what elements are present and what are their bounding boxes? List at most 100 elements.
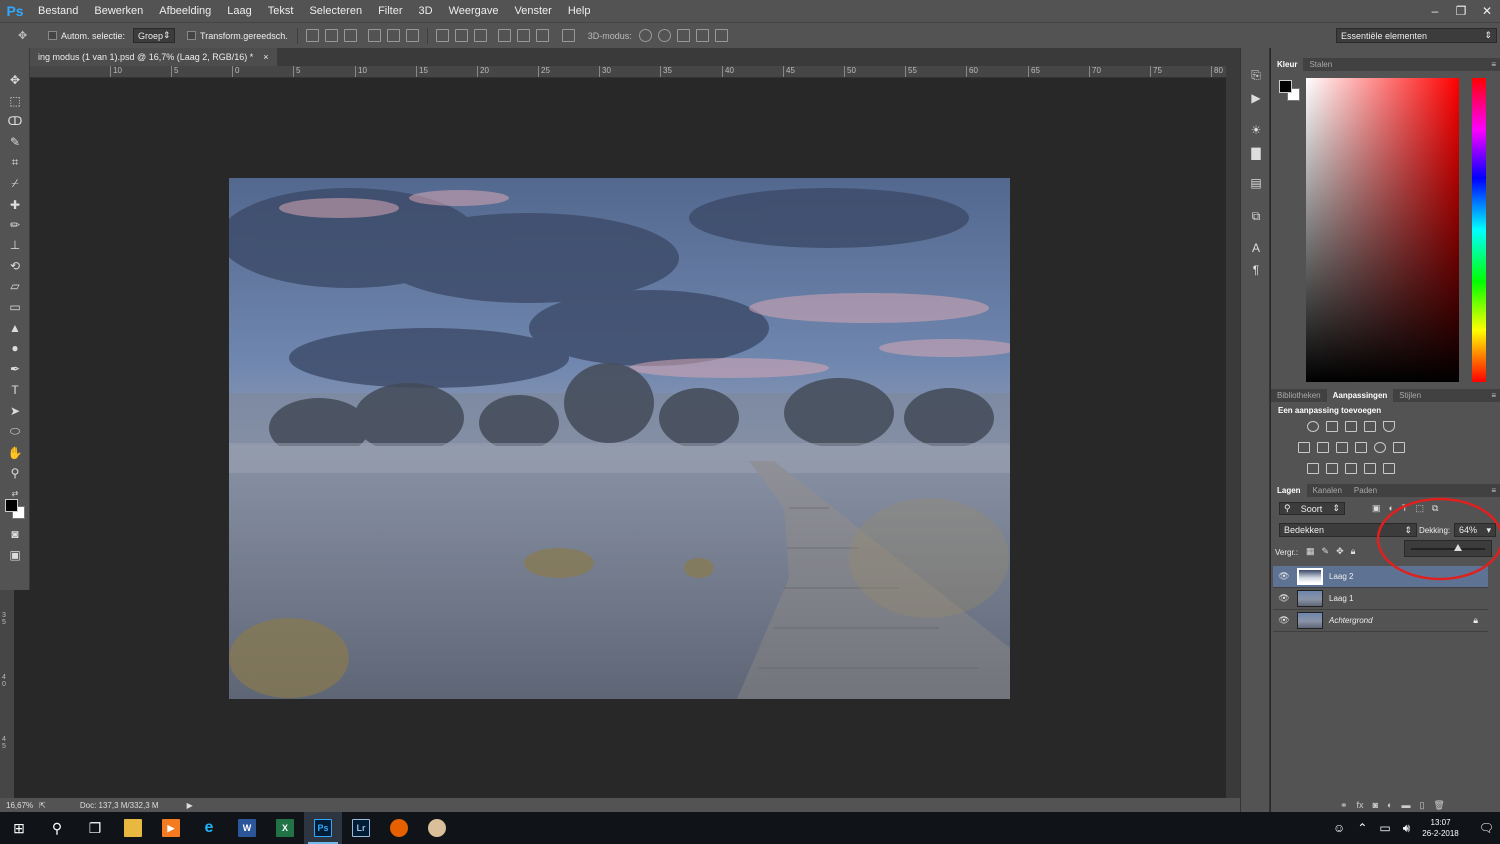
clone-stamp-tool-icon[interactable]: ⊥	[7, 237, 23, 253]
eraser-tool-icon[interactable]: ▱	[7, 278, 23, 294]
opacity-field[interactable]: 64% ▾	[1454, 523, 1496, 537]
brightness-contrast-icon[interactable]	[1307, 421, 1319, 432]
filter-type-icon[interactable]: T	[1402, 503, 1408, 514]
start-icon[interactable]: ⊞	[0, 812, 38, 844]
network-icon[interactable]: ▭	[1379, 821, 1390, 835]
move-tool-preset-icon[interactable]: ✥	[18, 29, 31, 42]
foreground-color-swatch[interactable]	[5, 499, 18, 512]
clock[interactable]: 13:07 26-2-2018	[1422, 817, 1458, 839]
vertical-scrollbar[interactable]	[1226, 66, 1240, 798]
color-lookup-icon[interactable]	[1393, 442, 1405, 453]
gradient-tool-icon[interactable]: ▭	[7, 299, 23, 315]
curves-icon[interactable]	[1345, 421, 1357, 432]
dodge-tool-icon[interactable]: ●	[7, 340, 23, 356]
crop-tool-icon[interactable]: ⌗	[7, 154, 23, 170]
lock-pixels-icon[interactable]: ✎	[1322, 546, 1330, 557]
menu-tekst[interactable]: Tekst	[260, 0, 302, 22]
history-brush-tool-icon[interactable]: ⟲	[7, 258, 23, 274]
tab-stalen[interactable]: Stalen	[1303, 58, 1338, 71]
paragraph-panel-icon[interactable]: ¶	[1248, 262, 1264, 278]
tab-bibliotheken[interactable]: Bibliotheken	[1271, 389, 1327, 402]
add-mask-icon[interactable]: ◙	[1373, 800, 1378, 811]
path-select-tool-icon[interactable]: ➤	[7, 403, 23, 419]
invert-icon[interactable]	[1307, 463, 1319, 474]
distribute-top-icon[interactable]	[435, 29, 449, 42]
screen-mode-icon[interactable]: ▣	[7, 547, 23, 563]
blur-tool-icon[interactable]: ▲	[7, 320, 23, 336]
tab-lagen[interactable]: Lagen	[1271, 484, 1307, 497]
people-icon[interactable]: ☺	[1333, 821, 1345, 835]
zoom-level[interactable]: 16,67%	[6, 801, 33, 810]
task-view-icon[interactable]: ❐	[76, 812, 114, 844]
panel-menu-icon[interactable]: ≡	[1491, 60, 1496, 69]
lock-position-icon[interactable]: ✥	[1336, 546, 1344, 557]
align-vcenter-icon[interactable]	[324, 29, 338, 42]
opacity-slider-popup[interactable]	[1404, 540, 1492, 557]
volume-icon[interactable]: 🔊︎	[1403, 821, 1411, 836]
channel-mixer-icon[interactable]	[1374, 442, 1386, 453]
document-tab[interactable]: ing modus (1 van 1).psd @ 16,7% (Laag 2,…	[30, 48, 277, 66]
layer-filter-dropdown[interactable]: ⚲ Soort ⇕	[1279, 502, 1345, 515]
foreground-color-swatch[interactable]	[1279, 80, 1292, 93]
tab-kleur[interactable]: Kleur	[1271, 58, 1304, 71]
close-button[interactable]: ✕	[1474, 0, 1500, 22]
slide-3d-icon[interactable]	[695, 29, 709, 42]
layer-row-laag-2[interactable]: 👁︎ Laag 2	[1273, 566, 1488, 588]
new-layer-icon[interactable]: ▯	[1419, 800, 1424, 811]
auto-align-icon[interactable]	[561, 29, 575, 42]
roll-3d-icon[interactable]	[657, 29, 671, 42]
search-icon[interactable]: ⚲	[38, 812, 76, 844]
hue-slider[interactable]	[1472, 78, 1486, 382]
adjustments-panel-icon[interactable]: ☀	[1248, 122, 1264, 138]
photo-filter-icon[interactable]	[1355, 442, 1367, 453]
align-bottom-icon[interactable]	[343, 29, 357, 42]
link-layers-icon[interactable]: ⚭	[1340, 800, 1348, 811]
tab-kanalen[interactable]: Kanalen	[1307, 484, 1348, 497]
menu-3d[interactable]: 3D	[411, 0, 441, 22]
menu-filter[interactable]: Filter	[370, 0, 410, 22]
visibility-eye-icon[interactable]: 👁︎	[1273, 593, 1295, 604]
gradient-map-icon[interactable]	[1383, 463, 1395, 474]
new-adjustment-icon[interactable]: ◐	[1387, 800, 1392, 811]
lasso-tool-icon[interactable]: ↀ	[7, 113, 23, 129]
media-icon[interactable]: ▶	[152, 812, 190, 844]
hue-saturation-icon[interactable]	[1298, 442, 1310, 453]
menu-laag[interactable]: Laag	[219, 0, 259, 22]
tab-stijlen[interactable]: Stijlen	[1393, 389, 1427, 402]
menu-afbeelding[interactable]: Afbeelding	[151, 0, 219, 22]
clone-source-icon[interactable]: ⧉	[1248, 208, 1264, 224]
actions-panel-icon[interactable]: ▶	[1248, 90, 1264, 106]
distribute-right-icon[interactable]	[535, 29, 549, 42]
tab-paden[interactable]: Paden	[1348, 484, 1383, 497]
quick-select-tool-icon[interactable]: ✎	[7, 134, 23, 150]
delete-layer-icon[interactable]: 🗑︎	[1433, 800, 1444, 811]
menu-selecteren[interactable]: Selecteren	[301, 0, 370, 22]
visibility-eye-icon[interactable]: 👁︎	[1273, 571, 1295, 582]
opacity-slider-thumb[interactable]	[1454, 544, 1463, 551]
quick-mask-icon[interactable]: ◙	[7, 526, 23, 542]
pan-3d-icon[interactable]	[676, 29, 690, 42]
distribute-left-icon[interactable]	[497, 29, 511, 42]
posterize-icon[interactable]	[1326, 463, 1338, 474]
filter-shape-icon[interactable]: ⬚	[1415, 503, 1424, 514]
properties-panel-icon[interactable]: ▤	[1248, 175, 1264, 191]
color-spectrum-field[interactable]	[1306, 78, 1459, 382]
fx-icon[interactable]: fx	[1357, 800, 1364, 811]
histogram-panel-icon[interactable]: ▇	[1248, 145, 1264, 161]
history-panel-icon[interactable]: ⎘	[1248, 67, 1264, 83]
lock-transparent-icon[interactable]: ▦	[1306, 546, 1315, 557]
photoshop-icon[interactable]: Ps	[304, 812, 342, 844]
distribute-vcenter-icon[interactable]	[454, 29, 468, 42]
panel-menu-icon[interactable]: ≡	[1491, 391, 1496, 400]
color-balance-icon[interactable]	[1317, 442, 1329, 453]
panel-menu-icon[interactable]: ≡	[1491, 486, 1496, 495]
eyedropper-tool-icon[interactable]: ⌿	[7, 175, 23, 191]
firefox-icon[interactable]	[380, 812, 418, 844]
close-tab-icon[interactable]: ×	[263, 52, 268, 62]
healing-brush-tool-icon[interactable]: ✚	[7, 197, 23, 213]
exposure-icon[interactable]	[1364, 421, 1376, 432]
visibility-eye-icon[interactable]: 👁︎	[1273, 615, 1295, 626]
document-image[interactable]	[229, 178, 1010, 699]
paint-icon[interactable]	[418, 812, 456, 844]
character-panel-icon[interactable]: A	[1248, 240, 1264, 256]
